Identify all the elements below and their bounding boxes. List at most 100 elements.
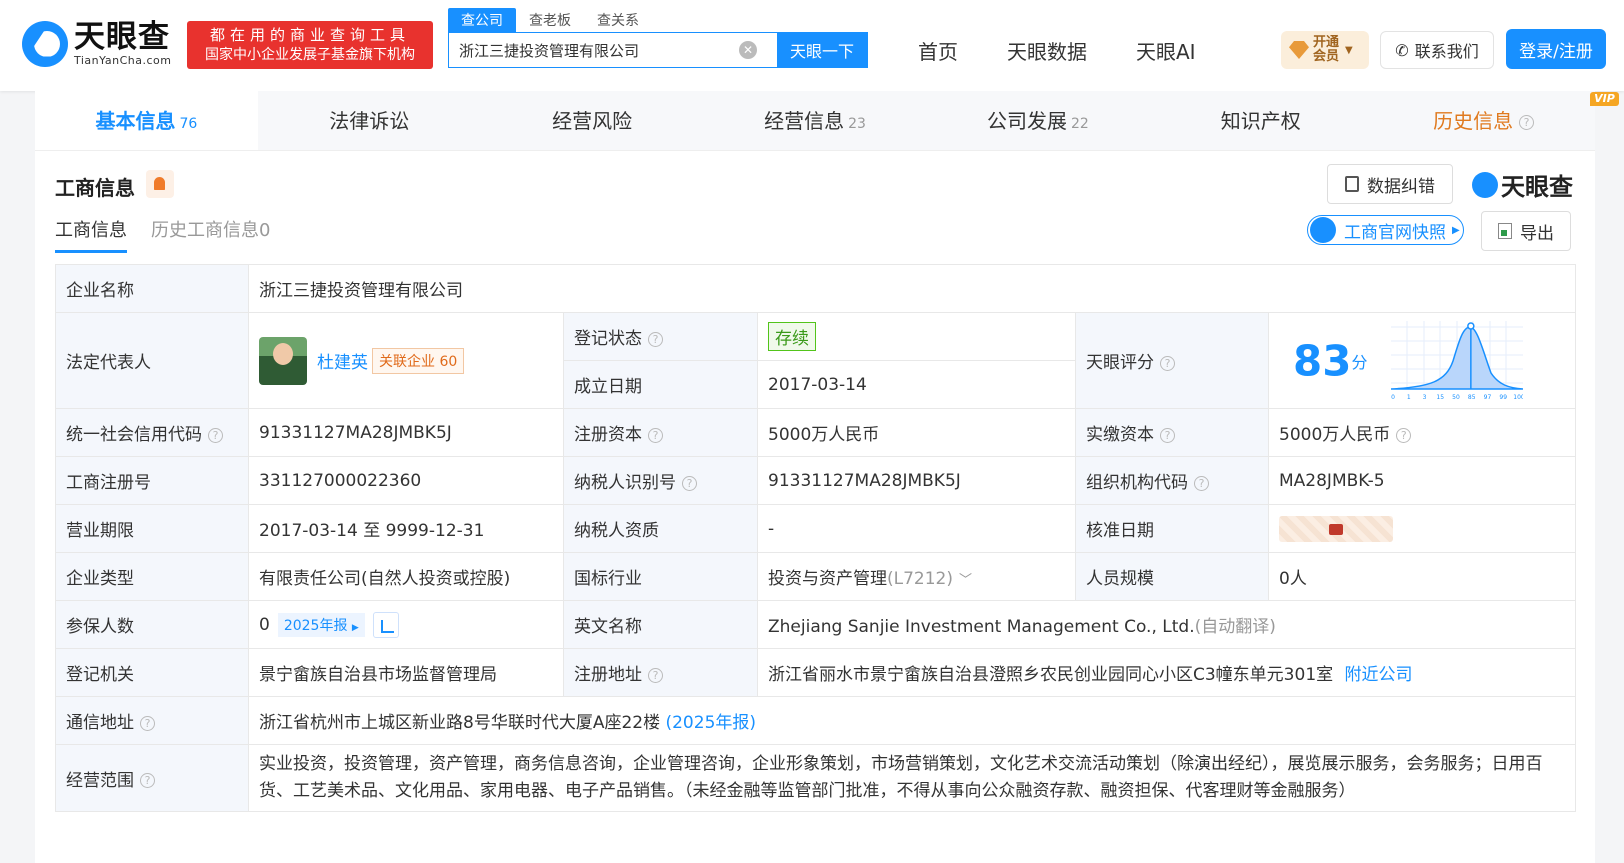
- status-badge: 存续: [768, 322, 816, 351]
- company-name-value: 浙江三捷投资管理有限公司: [248, 264, 1576, 313]
- sub-tab-business-info[interactable]: 工商信息: [55, 216, 127, 253]
- staff-label: 人员规模: [1075, 552, 1269, 601]
- mail-addr-cell: 浙江省杭州市上城区新业路8号华联时代大厦A座22楼 (2025年报): [248, 696, 1576, 745]
- score-unit: 分: [1351, 352, 1368, 372]
- type-value: 有限责任公司(自然人投资或控股): [248, 552, 564, 601]
- diamond-icon: [1289, 41, 1309, 59]
- search-input[interactable]: [449, 33, 777, 67]
- search-tab-relation[interactable]: 查关系: [584, 8, 652, 32]
- reg-status-cell: 存续: [757, 312, 1076, 361]
- found-date-label: 成立日期: [563, 360, 758, 409]
- insured-value: 0: [259, 614, 270, 635]
- help-icon[interactable]: ?: [1160, 355, 1175, 371]
- type-label: 企业类型: [55, 552, 249, 601]
- term-value: 2017-03-14 至 9999-12-31: [248, 504, 564, 553]
- reg-addr-cell: 浙江省丽水市景宁畲族自治县澄照乡农民创业园同心小区C3幢东单元301室 附近公司: [757, 648, 1576, 697]
- business-info-table: 企业名称 浙江三捷投资管理有限公司 法定代表人 杜建英 关联企业 60 登记状态?…: [55, 264, 1576, 812]
- help-icon[interactable]: ?: [140, 715, 155, 731]
- sub-tab-history-business-info[interactable]: 历史工商信息0: [151, 216, 270, 253]
- mail-addr-year-link[interactable]: (2025年报): [665, 713, 756, 733]
- tab-development[interactable]: 公司发展 22: [926, 91, 1149, 150]
- help-icon[interactable]: ?: [208, 427, 223, 443]
- user-icon: [1310, 217, 1336, 243]
- help-icon[interactable]: ?: [648, 331, 663, 347]
- vip-button[interactable]: 开通 会员 ▼: [1281, 31, 1369, 69]
- company-detail-card: 基本信息 76 法律诉讼 经营风险 经营信息 23 公司发展 22 知识产权 历史信息…: [35, 91, 1619, 863]
- score-cell[interactable]: 83分 0 1 3 15 50 85 97 99 100: [1268, 312, 1576, 409]
- tab-label: 知识产权: [1220, 109, 1301, 133]
- slogan-banner[interactable]: 都在用的商业查询工具 国家中小企业发展子基金旗下机构: [187, 21, 433, 69]
- help-icon[interactable]: ?: [1194, 475, 1209, 491]
- tab-history[interactable]: 历史信息? VIP: [1372, 91, 1619, 150]
- tab-operation[interactable]: 经营信息 23: [704, 91, 927, 150]
- approve-date-label: 核准日期: [1075, 504, 1269, 553]
- contact-button[interactable]: ✆ 联系我们: [1380, 31, 1494, 69]
- tab-risk[interactable]: 经营风险: [481, 91, 704, 150]
- search-tab-company[interactable]: 查公司: [448, 8, 516, 32]
- tab-legal[interactable]: 法律诉讼: [258, 91, 481, 150]
- legal-rep-link[interactable]: 杜建英: [317, 353, 368, 373]
- search-button[interactable]: 天眼一下: [777, 33, 867, 67]
- brand-text: 天眼查: [1501, 173, 1573, 201]
- insured-year-tag[interactable]: 2025年报 ▶: [277, 612, 365, 637]
- clear-icon[interactable]: ✕: [739, 41, 757, 59]
- help-icon[interactable]: ?: [1519, 115, 1535, 130]
- nav-ai[interactable]: 天眼AI: [1136, 36, 1196, 65]
- help-icon[interactable]: ?: [682, 475, 697, 491]
- authority-label: 登记机关: [55, 648, 249, 697]
- x-tick-label: 3: [1422, 394, 1426, 401]
- export-button[interactable]: 导出: [1481, 211, 1571, 251]
- snapshot-label: 工商官网快照: [1344, 222, 1446, 243]
- mail-addr-value: 浙江省杭州市上城区新业路8号华联时代大厦A座22楼: [259, 713, 661, 733]
- vip-line2: 会员: [1313, 49, 1340, 64]
- year-label: 2025年报: [283, 617, 348, 634]
- caret-right-icon: ▶: [1452, 224, 1460, 236]
- label-text: 通信地址: [66, 713, 134, 733]
- data-correction-button[interactable]: 数据纠错: [1327, 164, 1453, 204]
- official-snapshot-button[interactable]: 工商官网快照 ▶: [1307, 215, 1464, 245]
- authority-value: 景宁畲族自治县市场监督管理局: [248, 648, 564, 697]
- nav-home[interactable]: 首页: [918, 36, 958, 65]
- login-button[interactable]: 登录/注册: [1506, 29, 1606, 69]
- logo-cn-text: 天眼查: [74, 19, 170, 55]
- mail-addr-label: 通信地址?: [55, 696, 249, 745]
- vip-line1: 开通: [1313, 35, 1340, 50]
- help-icon[interactable]: ?: [648, 667, 663, 683]
- nav-data[interactable]: 天眼数据: [1007, 36, 1087, 65]
- label-text: 纳税人识别号: [574, 473, 676, 493]
- help-icon[interactable]: ?: [1160, 427, 1175, 443]
- en-name-label: 英文名称: [563, 600, 758, 649]
- section-tabs: 基本信息 76 法律诉讼 经营风险 经营信息 23 公司发展 22 知识产权 历史信息…: [35, 91, 1619, 151]
- insured-cell: 0 2025年报 ▶: [248, 600, 564, 649]
- eye-logo-icon: [22, 20, 68, 67]
- tab-count: 23: [848, 116, 866, 132]
- help-icon[interactable]: ?: [140, 773, 155, 788]
- main-nav: 首页 天眼数据 天眼AI: [918, 36, 1196, 65]
- search-box: ✕ 天眼一下: [448, 32, 868, 68]
- help-icon[interactable]: ?: [648, 427, 663, 443]
- search-tab-boss[interactable]: 查老板: [516, 8, 584, 32]
- reg-no-value: 331127000022360: [248, 456, 564, 505]
- chart-icon[interactable]: [372, 611, 399, 638]
- x-tick-label: 50: [1452, 394, 1460, 401]
- tianyancha-logo[interactable]: 天眼查 TianYanCha.com: [22, 20, 171, 67]
- x-tick-labels: 0 1 3 15 50 85 97 99 100: [1391, 394, 1525, 401]
- section-title: 工商信息: [55, 176, 135, 200]
- lock-icon[interactable]: [1279, 515, 1393, 542]
- tab-basic-info[interactable]: 基本信息 76: [35, 91, 258, 150]
- related-companies-tag[interactable]: 关联企业 60: [372, 347, 465, 374]
- eye-logo-icon: [1472, 171, 1498, 198]
- legal-rep-cell: 杜建英 关联企业 60: [248, 312, 564, 409]
- data-correction-label: 数据纠错: [1367, 176, 1435, 197]
- tab-ip[interactable]: 知识产权: [1149, 91, 1372, 150]
- org-code-label: 组织机构代码?: [1075, 456, 1269, 505]
- logo-en-text: TianYanCha.com: [74, 54, 172, 67]
- industry-cell[interactable]: 投资与资产管理(L7212) ﹀: [757, 552, 1076, 601]
- nearby-companies-link[interactable]: 附近公司: [1345, 665, 1413, 685]
- help-icon[interactable]: ?: [1396, 427, 1412, 443]
- bell-icon[interactable]: [146, 170, 174, 198]
- score-value: 83: [1293, 336, 1352, 385]
- en-name-value: Zhejiang Sanjie Investment Management Co…: [768, 617, 1195, 637]
- legal-rep-avatar[interactable]: [259, 336, 307, 385]
- tab-label: 经营信息: [764, 109, 845, 133]
